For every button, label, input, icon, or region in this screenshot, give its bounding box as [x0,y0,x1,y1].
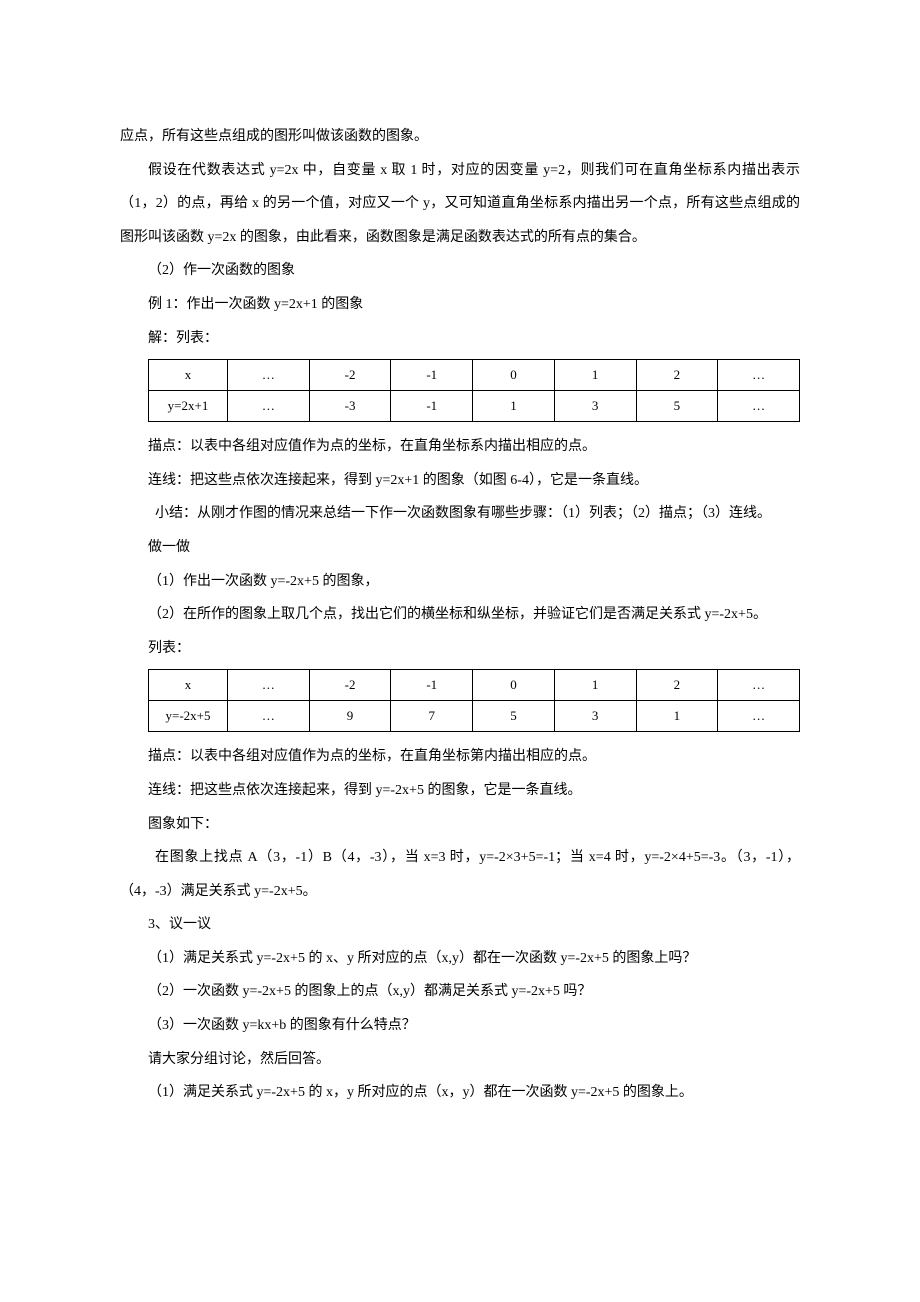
table-cell: -1 [391,360,473,391]
table-cell: 1 [554,360,636,391]
paragraph: 小结：从刚才作图的情况来总结一下作一次函数图象有哪些步骤：（1）列表；（2）描点… [120,497,800,531]
table-cell: x [149,670,228,701]
table-cell: 3 [554,391,636,422]
table-cell: 9 [309,701,391,732]
table-cell: -3 [309,391,391,422]
table-cell: 5 [473,701,555,732]
table-cell: -2 [309,360,391,391]
paragraph: 连线：把这些点依次连接起来，得到 y=2x+1 的图象（如图 6-4），它是一条… [120,464,800,498]
paragraph: （1）满足关系式 y=-2x+5 的 x、y 所对应的点（x,y）都在一次函数 … [120,942,800,976]
table-cell: 2 [636,670,718,701]
paragraph: （1）作出一次函数 y=-2x+5 的图象， [120,565,800,599]
table-cell: … [718,670,800,701]
table-cell: -1 [391,670,473,701]
paragraph: 做一做 [120,531,800,565]
table-cell: 5 [636,391,718,422]
table-cell: … [718,701,800,732]
table-cell: 1 [473,391,555,422]
paragraph: 连线：把这些点依次连接起来，得到 y=-2x+5 的图象，它是一条直线。 [120,774,800,808]
paragraph: 在图象上找点 A（3，-1）B（4，-3），当 x=3 时，y=-2×3+5=-… [120,841,800,908]
document-page: 应点，所有这些点组成的图形叫做该函数的图象。 假设在代数表达式 y=2x 中，自… [0,0,920,1302]
paragraph: 请大家分组讨论，然后回答。 [120,1043,800,1077]
table-row: y=-2x+5 … 9 7 5 3 1 … [149,701,800,732]
table-cell: 0 [473,670,555,701]
paragraph: 图象如下： [120,808,800,842]
table-cell: x [149,360,228,391]
example-label: 例 1：作出一次函数 y=2x+1 的图象 [120,288,800,322]
paragraph: 假设在代数表达式 y=2x 中，自变量 x 取 1 时，对应的因变量 y=2，则… [120,154,800,255]
paragraph: 描点：以表中各组对应值作为点的坐标，在直角坐标系内描出相应的点。 [120,430,800,464]
table-row: y=2x+1 … -3 -1 1 3 5 … [149,391,800,422]
table-cell: … [718,360,800,391]
paragraph: 解：列表： [120,322,800,356]
section-heading: （2）作一次函数的图象 [120,254,800,288]
paragraph: 列表： [120,632,800,666]
paragraph: （3）一次函数 y=kx+b 的图象有什么特点？ [120,1009,800,1043]
table-cell: … [718,391,800,422]
data-table-1: x … -2 -1 0 1 2 … y=2x+1 … -3 -1 1 3 5 … [148,359,800,422]
table-cell: 0 [473,360,555,391]
data-table-2: x … -2 -1 0 1 2 … y=-2x+5 … 9 7 5 3 1 … [148,669,800,732]
table-cell: 1 [554,670,636,701]
table-row: x … -2 -1 0 1 2 … [149,670,800,701]
table-cell: y=-2x+5 [149,701,228,732]
table-cell: … [228,360,310,391]
table-cell: 3 [554,701,636,732]
table-cell: … [228,701,310,732]
section-heading: 3、议一议 [120,908,800,942]
table-cell: -2 [309,670,391,701]
table-cell: y=2x+1 [149,391,228,422]
table-cell: 2 [636,360,718,391]
paragraph: （2）在所作的图象上取几个点，找出它们的横坐标和纵坐标，并验证它们是否满足关系式… [120,598,800,632]
table-cell: … [228,670,310,701]
paragraph: （1）满足关系式 y=-2x+5 的 x，y 所对应的点（x，y）都在一次函数 … [120,1076,800,1110]
table-cell: 1 [636,701,718,732]
table-row: x … -2 -1 0 1 2 … [149,360,800,391]
paragraph: 应点，所有这些点组成的图形叫做该函数的图象。 [120,120,800,154]
table-cell: … [228,391,310,422]
paragraph: 描点：以表中各组对应值作为点的坐标，在直角坐标第内描出相应的点。 [120,740,800,774]
paragraph: （2）一次函数 y=-2x+5 的图象上的点（x,y）都满足关系式 y=-2x+… [120,975,800,1009]
table-cell: 7 [391,701,473,732]
table-cell: -1 [391,391,473,422]
